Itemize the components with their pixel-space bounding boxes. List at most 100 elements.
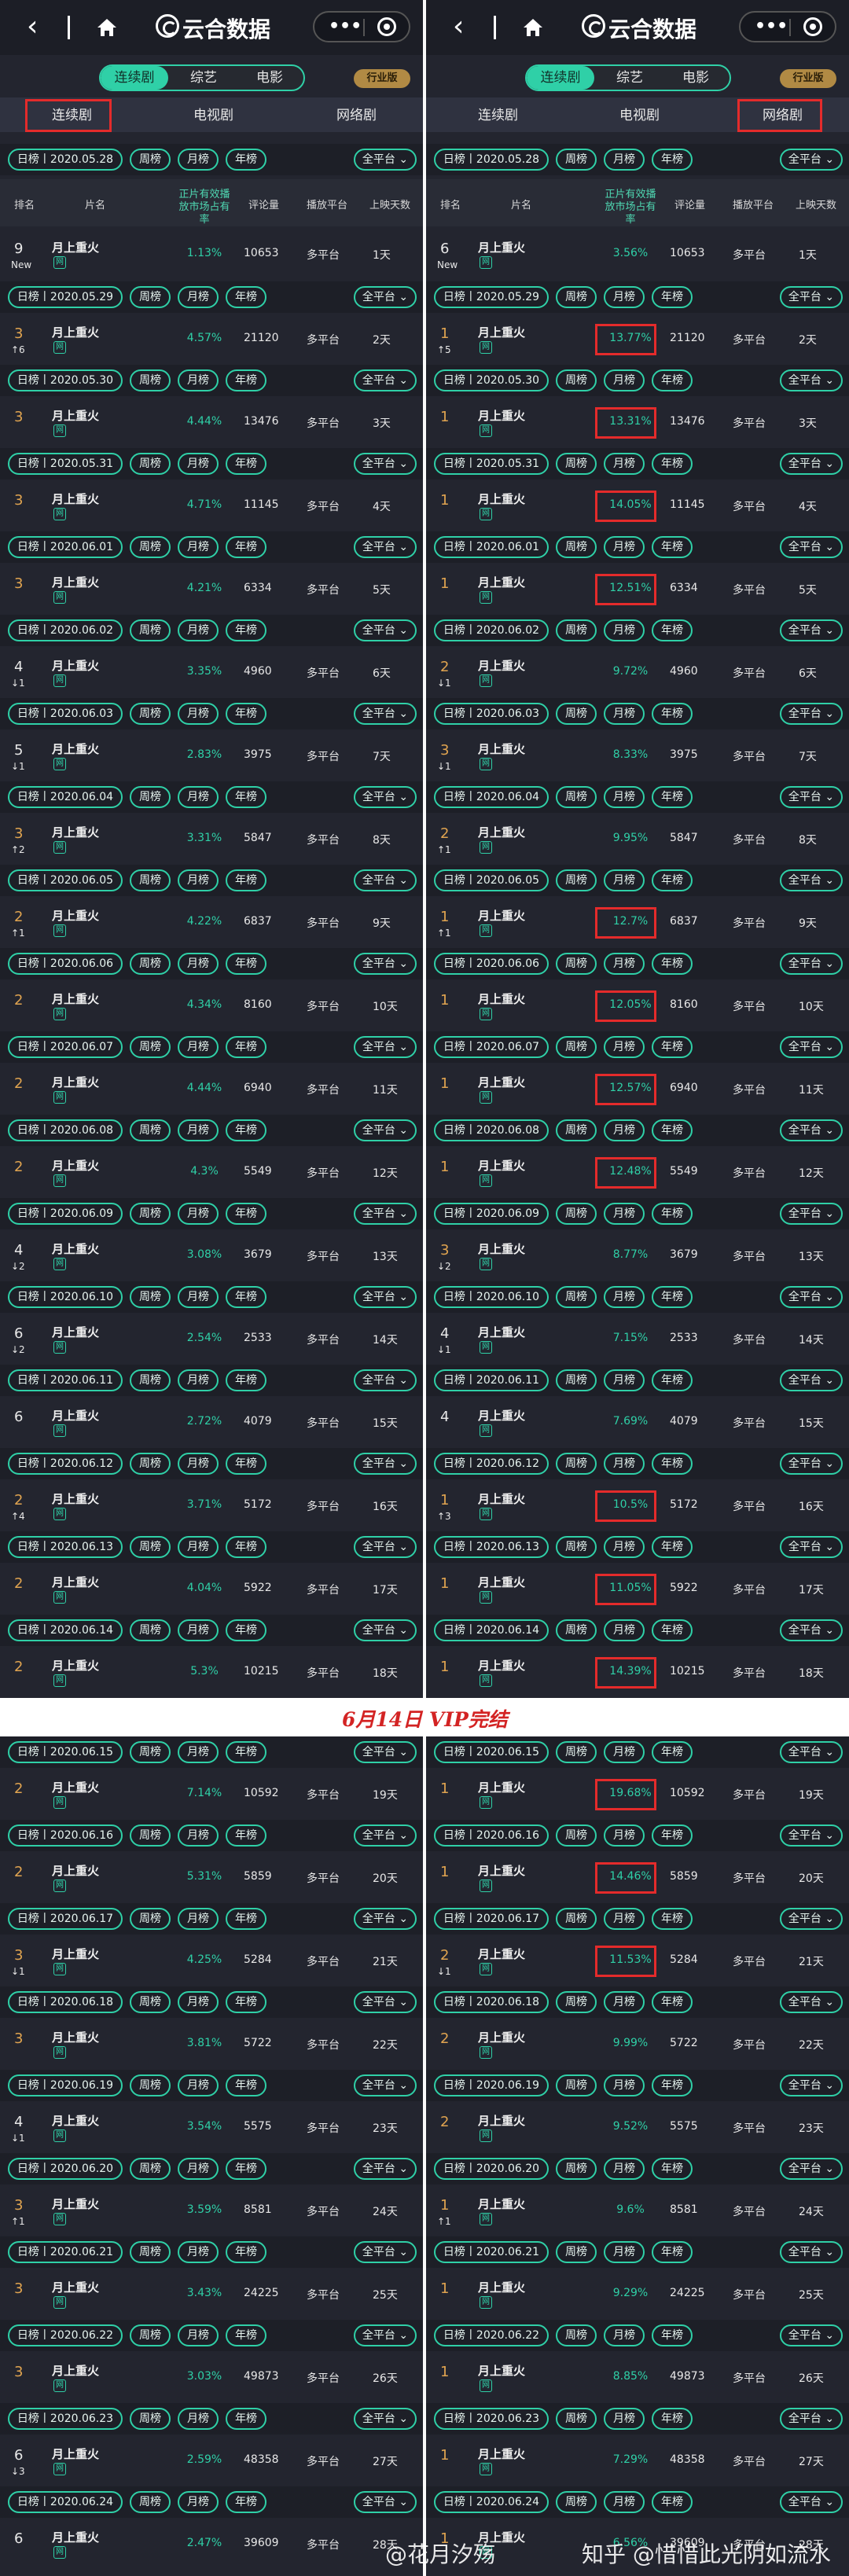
platform-dropdown[interactable]: 全平台 ⌄ [780,953,843,975]
filter-button-1[interactable]: 月榜 [604,869,645,891]
table-row[interactable]: 3 月上重火网 4.21% 6334 多平台 5天 [0,563,423,616]
platform-dropdown[interactable]: 全平台 ⌄ [354,2491,417,2513]
platform-dropdown[interactable]: 全平台 ⌄ [354,786,417,808]
date-selector[interactable]: 日榜丨2020.05.29 [434,286,549,308]
date-selector[interactable]: 日榜丨2020.06.15 [8,1741,123,1763]
platform-dropdown[interactable]: 全平台 ⌄ [354,536,417,558]
table-row[interactable]: 6 ↓2 月上重火网 2.54% 2533 多平台 14天 [0,1313,423,1366]
table-row[interactable]: 2 月上重火网 4.34% 8160 多平台 10天 [0,979,423,1033]
table-row[interactable]: 3 月上重火网 3.03% 49873 多平台 26天 [0,2351,423,2405]
filter-button-0[interactable]: 周榜 [130,2408,171,2430]
show-name[interactable]: 月上重火 [478,2446,525,2462]
date-selector[interactable]: 日榜丨2020.05.31 [8,453,123,475]
filter-button-0[interactable]: 周榜 [130,1619,171,1641]
date-selector[interactable]: 日榜丨2020.06.03 [434,703,549,725]
show-name[interactable]: 月上重火 [52,574,99,590]
filter-button-1[interactable]: 月榜 [604,953,645,975]
show-name[interactable]: 月上重火 [52,2362,99,2379]
show-name[interactable]: 月上重火 [478,324,525,340]
platform-dropdown[interactable]: 全平台 ⌄ [354,1286,417,1308]
date-selector[interactable]: 日榜丨2020.06.21 [434,2241,549,2263]
subtab-0[interactable]: 连续剧 [478,104,518,123]
header-col-2[interactable]: 正片有效播放市场占有率 [175,189,234,226]
filter-button-2[interactable]: 年榜 [226,2074,266,2096]
date-selector[interactable]: 日榜丨2020.05.28 [434,149,549,171]
platform-dropdown[interactable]: 全平台 ⌄ [780,1453,843,1475]
filter-button-1[interactable]: 月榜 [604,1369,645,1391]
filter-button-1[interactable]: 月榜 [604,149,645,171]
filter-button-2[interactable]: 年榜 [652,619,693,641]
platform-dropdown[interactable]: 全平台 ⌄ [354,1453,417,1475]
table-row[interactable]: 6 月上重火网 2.72% 4079 多平台 15天 [0,1396,423,1450]
show-name[interactable]: 月上重火 [52,2112,99,2129]
table-row[interactable]: 2 月上重火网 4.04% 5922 多平台 17天 [0,1563,423,1616]
show-name[interactable]: 月上重火 [52,990,99,1007]
filter-button-0[interactable]: 周榜 [556,2074,597,2096]
date-selector[interactable]: 日榜丨2020.06.05 [8,869,123,891]
filter-button-0[interactable]: 周榜 [556,1286,597,1308]
date-selector[interactable]: 日榜丨2020.06.24 [434,2491,549,2513]
filter-button-0[interactable]: 周榜 [556,1119,597,1141]
date-selector[interactable]: 日榜丨2020.06.15 [434,1741,549,1763]
show-name[interactable]: 月上重火 [52,1490,99,1507]
filter-button-2[interactable]: 年榜 [652,453,693,475]
platform-dropdown[interactable]: 全平台 ⌄ [354,2241,417,2263]
show-name[interactable]: 月上重火 [478,657,525,674]
date-selector[interactable]: 日榜丨2020.06.14 [8,1619,123,1641]
filter-button-0[interactable]: 周榜 [556,1369,597,1391]
filter-button-2[interactable]: 年榜 [652,1369,693,1391]
filter-button-0[interactable]: 周榜 [556,1619,597,1641]
table-row[interactable]: 4 ↓1 月上重火网 3.54% 5575 多平台 23天 [0,2101,423,2155]
platform-dropdown[interactable]: 全平台 ⌄ [780,1036,843,1058]
date-selector[interactable]: 日榜丨2020.06.07 [8,1036,123,1058]
filter-button-2[interactable]: 年榜 [652,149,693,171]
filter-button-1[interactable]: 月榜 [604,619,645,641]
show-name[interactable]: 月上重火 [52,1657,99,1674]
filter-button-0[interactable]: 周榜 [556,953,597,975]
show-name[interactable]: 月上重火 [52,2446,99,2462]
filter-button-0[interactable]: 周榜 [130,1119,171,1141]
filter-button-0[interactable]: 周榜 [130,2241,171,2263]
filter-button-0[interactable]: 周榜 [130,619,171,641]
filter-button-2[interactable]: 年榜 [226,1036,266,1058]
filter-button-2[interactable]: 年榜 [226,869,266,891]
show-name[interactable]: 月上重火 [478,1574,525,1590]
filter-button-2[interactable]: 年榜 [652,1119,693,1141]
filter-button-2[interactable]: 年榜 [226,786,266,808]
platform-dropdown[interactable]: 全平台 ⌄ [780,869,843,891]
platform-dropdown[interactable]: 全平台 ⌄ [354,1619,417,1641]
filter-button-0[interactable]: 周榜 [556,149,597,171]
show-name[interactable]: 月上重火 [52,1946,99,1962]
show-name[interactable]: 月上重火 [52,1574,99,1590]
show-name[interactable]: 月上重火 [52,1240,99,1257]
filter-button-1[interactable]: 月榜 [178,2074,219,2096]
filter-button-1[interactable]: 月榜 [604,1453,645,1475]
filter-button-0[interactable]: 周榜 [130,369,171,391]
filter-button-2[interactable]: 年榜 [226,619,266,641]
show-name[interactable]: 月上重火 [52,2196,99,2212]
industry-badge[interactable]: 行业版 [780,69,836,88]
show-name[interactable]: 月上重火 [52,740,99,757]
filter-button-0[interactable]: 周榜 [130,2324,171,2346]
platform-dropdown[interactable]: 全平台 ⌄ [354,2074,417,2096]
filter-button-1[interactable]: 月榜 [178,786,219,808]
date-selector[interactable]: 日榜丨2020.05.29 [8,286,123,308]
table-row[interactable]: 6 New 月上重火网 3.56% 10653 多平台 1天 [426,228,849,281]
filter-button-0[interactable]: 周榜 [556,1991,597,2013]
filter-button-1[interactable]: 月榜 [178,2491,219,2513]
filter-button-2[interactable]: 年榜 [652,369,693,391]
date-selector[interactable]: 日榜丨2020.06.10 [434,1286,549,1308]
filter-button-1[interactable]: 月榜 [178,1908,219,1930]
filter-button-1[interactable]: 月榜 [178,1991,219,2013]
platform-dropdown[interactable]: 全平台 ⌄ [354,869,417,891]
table-row[interactable]: 4 ↓1 月上重火网 3.35% 4960 多平台 6天 [0,646,423,700]
filter-button-2[interactable]: 年榜 [226,1741,266,1763]
show-name[interactable]: 月上重火 [52,407,99,424]
date-selector[interactable]: 日榜丨2020.05.30 [434,369,549,391]
platform-dropdown[interactable]: 全平台 ⌄ [780,1991,843,2013]
filter-button-1[interactable]: 月榜 [604,286,645,308]
table-row[interactable]: 3 ↓2 月上重火网 8.77% 3679 多平台 13天 [426,1229,849,1283]
table-row[interactable]: 3 ↑6 月上重火网 4.57% 21120 多平台 2天 [0,313,423,366]
show-name[interactable]: 月上重火 [478,1779,525,1795]
filter-button-2[interactable]: 年榜 [652,1536,693,1558]
